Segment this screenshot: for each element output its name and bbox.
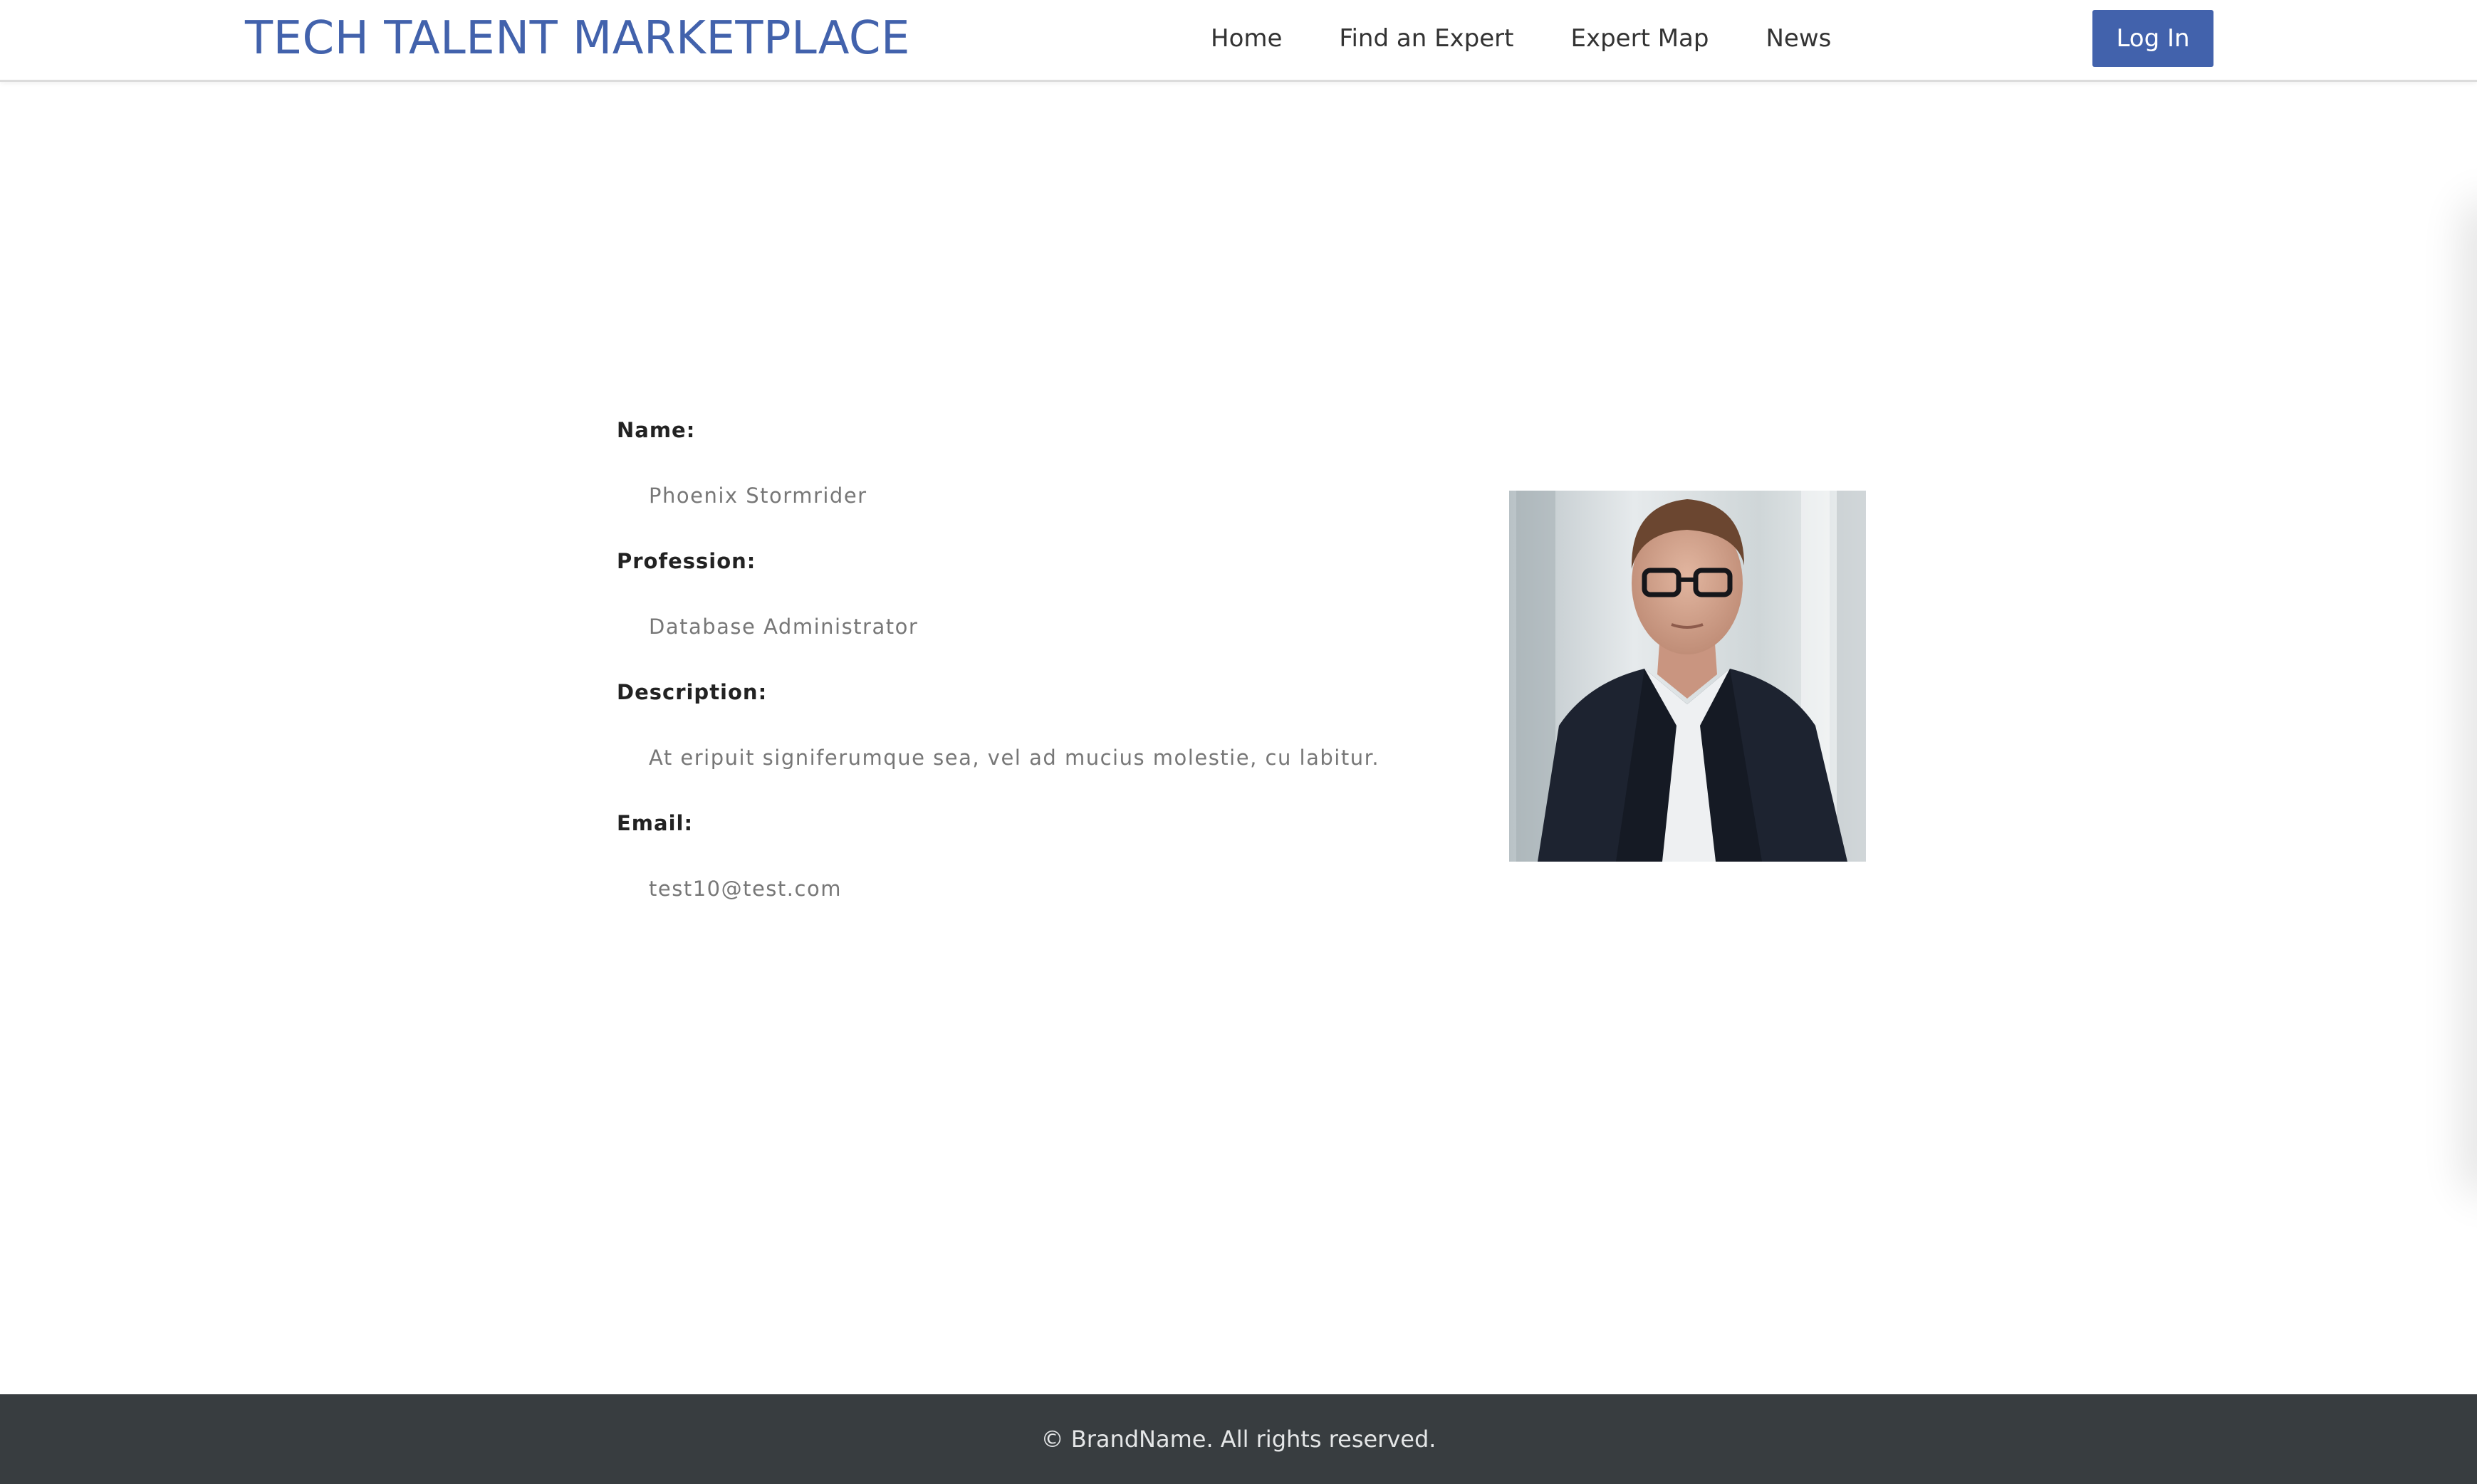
expert-photo (1509, 491, 1866, 862)
expert-portrait-image (1509, 491, 1866, 862)
profession-label: Profession: (617, 549, 756, 573)
nav-item-expert-map[interactable]: Expert Map (1570, 20, 1709, 57)
profession-value: Database Administrator (649, 615, 919, 639)
name-label: Name: (617, 418, 696, 442)
nav-item-find-expert[interactable]: Find an Expert (1339, 20, 1513, 57)
top-navbar: TECH TALENT MARKETPLACE Home Find an Exp… (0, 0, 2477, 82)
email-label: Email: (617, 811, 694, 835)
login-button[interactable]: Log In (2092, 10, 2213, 67)
expert-profile-details: Name: Phoenix Stormrider Profession: Dat… (617, 413, 1471, 937)
email-value: test10@test.com (649, 877, 842, 901)
name-value: Phoenix Stormrider (649, 484, 867, 508)
description-value: At eripuit signiferumque sea, vel ad muc… (649, 746, 1380, 770)
copyright-text: © BrandName. All rights reserved. (1041, 1426, 1436, 1453)
nav-item-news[interactable]: News (1766, 20, 1831, 57)
brand-logo[interactable]: TECH TALENT MARKETPLACE (245, 11, 910, 66)
nav-item-home[interactable]: Home (1211, 20, 1282, 57)
main-nav: Home Find an Expert Expert Map News (1211, 20, 1831, 57)
page-footer: © BrandName. All rights reserved. (0, 1394, 2477, 1484)
description-label: Description: (617, 680, 768, 704)
